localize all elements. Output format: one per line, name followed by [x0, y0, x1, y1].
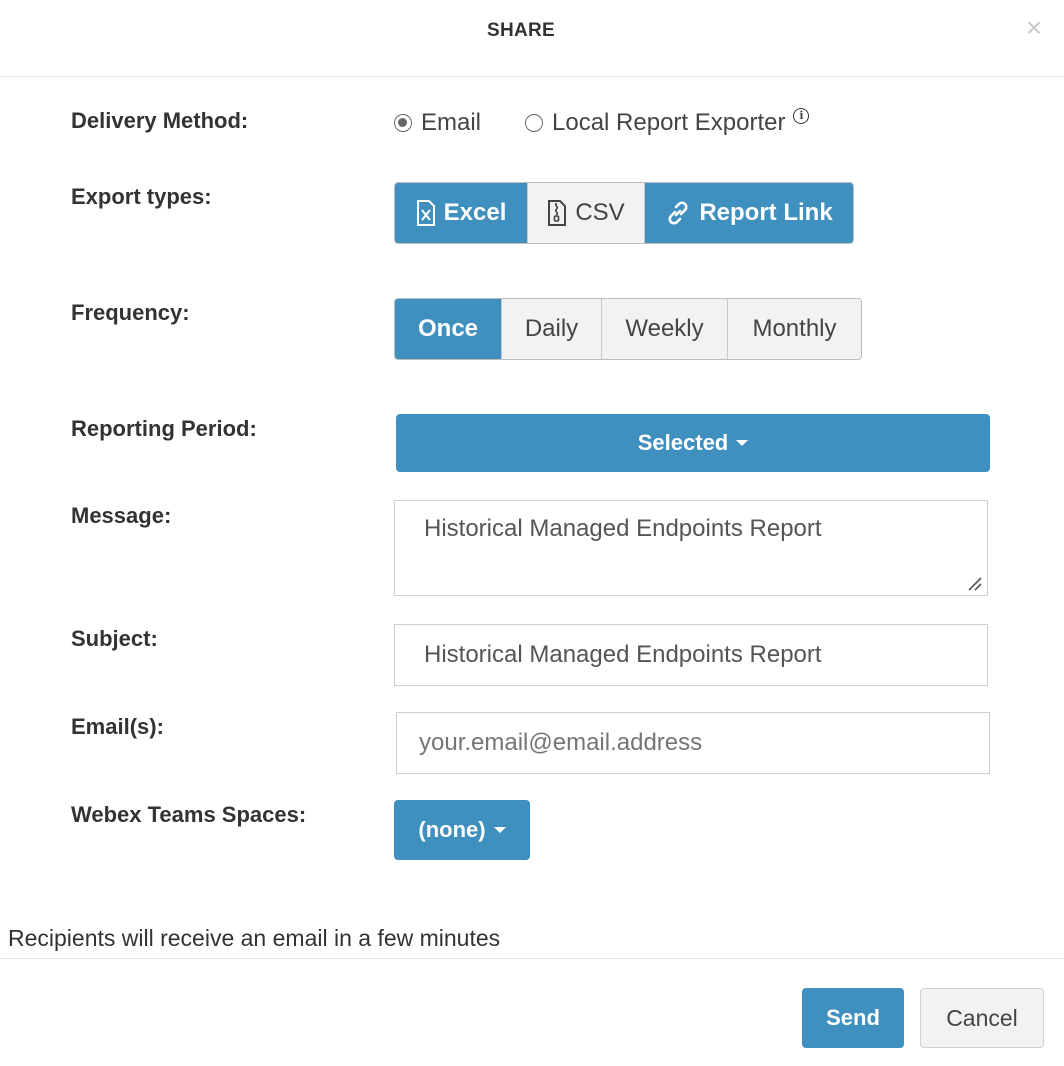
radio-checked-icon[interactable]	[394, 114, 412, 132]
message-label: Message:	[71, 503, 172, 528]
export-types-group: Excel CSV Report Link	[394, 182, 854, 244]
frequency-weekly-button[interactable]: Weekly	[602, 299, 728, 359]
send-button[interactable]: Send	[802, 988, 904, 1048]
resize-grip-icon[interactable]	[966, 575, 982, 591]
export-report-link-label: Report Link	[699, 199, 833, 226]
delivery-radio-local-exporter[interactable]: Local Report Exporter i	[525, 108, 810, 138]
frequency-daily-button[interactable]: Daily	[502, 299, 602, 359]
export-types-label: Export types:	[71, 184, 212, 209]
delivery-radio-email-label: Email	[421, 109, 482, 136]
delivery-radio-email[interactable]: Email	[394, 108, 481, 138]
close-icon[interactable]: ×	[1020, 14, 1048, 42]
frequency-monthly-button[interactable]: Monthly	[728, 299, 861, 359]
cancel-button[interactable]: Cancel	[920, 988, 1044, 1048]
email-field[interactable]	[396, 712, 990, 774]
export-report-link-button[interactable]: Report Link	[645, 183, 853, 243]
caret-down-icon	[736, 440, 749, 446]
reporting-period-label: Reporting Period:	[71, 416, 257, 441]
recipients-note: Recipients will receive an email in a fe…	[8, 925, 501, 951]
export-excel-label: Excel	[443, 199, 507, 226]
subject-input[interactable]	[394, 624, 988, 686]
frequency-once-button[interactable]: Once	[395, 299, 502, 359]
link-icon	[665, 200, 691, 226]
export-csv-label: CSV	[575, 199, 625, 226]
radio-unchecked-icon[interactable]	[525, 114, 543, 132]
info-icon[interactable]: i	[793, 108, 810, 124]
delivery-method-label: Delivery Method:	[71, 108, 249, 133]
reporting-period-value: Selected	[637, 430, 729, 455]
message-textarea[interactable]: Historical Managed Endpoints Report	[394, 500, 988, 596]
zip-file-icon	[547, 200, 567, 226]
webex-spaces-value: (none)	[418, 817, 486, 842]
delivery-radio-local-exporter-label: Local Report Exporter	[552, 109, 786, 136]
subject-label: Subject:	[71, 626, 158, 651]
excel-file-icon	[416, 200, 436, 226]
frequency-group: Once Daily Weekly Monthly	[394, 298, 862, 360]
export-csv-button[interactable]: CSV	[528, 183, 645, 243]
webex-label: Webex Teams Spaces:	[71, 802, 307, 827]
footer-divider	[0, 958, 1064, 959]
caret-down-icon	[493, 827, 506, 833]
modal-header: SHARE ×	[0, 0, 1064, 77]
reporting-period-dropdown[interactable]: Selected	[396, 414, 990, 472]
emails-label: Email(s):	[71, 714, 164, 739]
webex-spaces-dropdown[interactable]: (none)	[394, 800, 530, 860]
modal-title: SHARE	[486, 20, 555, 41]
export-excel-button[interactable]: Excel	[395, 183, 528, 243]
frequency-label: Frequency:	[71, 300, 190, 325]
